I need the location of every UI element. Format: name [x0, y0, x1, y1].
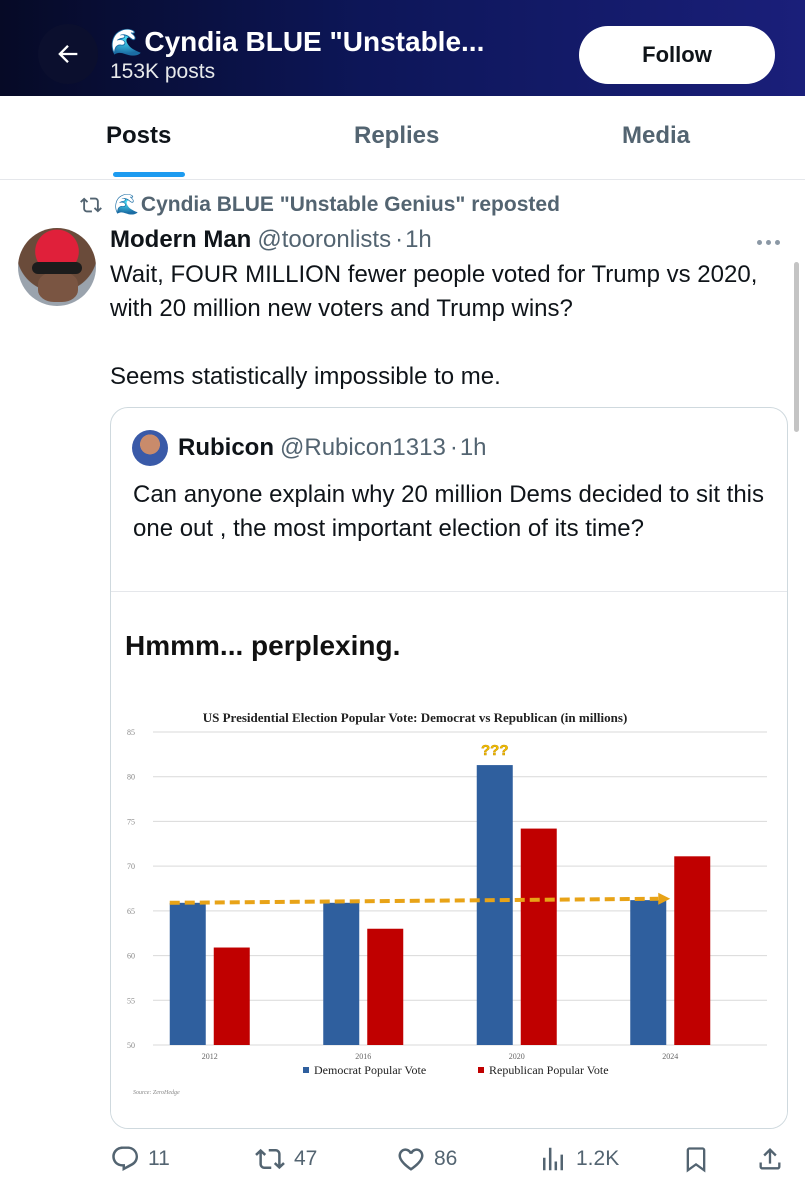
profile-header: 🌊Cyndia BLUE "Unstable... 153K posts Fol… [0, 0, 805, 96]
y-tick-label: 80 [127, 773, 135, 782]
tweet-text: Wait, FOUR MILLION fewer people voted fo… [110, 258, 780, 394]
share-button[interactable] [756, 1144, 784, 1174]
profile-name: 🌊Cyndia BLUE "Unstable... [110, 26, 485, 57]
y-tick-label: 85 [127, 728, 135, 737]
view-count: 1.2K [576, 1147, 620, 1170]
y-tick-label: 75 [127, 817, 135, 826]
quoted-text: Can anyone explain why 20 million Dems d… [133, 481, 764, 542]
x-tick-label: 2024 [662, 1052, 678, 1061]
image-caption: Hmmm... perplexing. [125, 630, 401, 661]
y-tick-label: 50 [127, 1041, 135, 1050]
reply-count: 11 [148, 1147, 170, 1170]
repost-icon [255, 1148, 285, 1170]
tweet-time[interactable]: 1h [405, 226, 432, 253]
reference-line [169, 896, 659, 905]
x-tick-label: 2012 [202, 1052, 218, 1061]
heart-icon [398, 1148, 424, 1171]
like-button[interactable]: 86 [396, 1144, 457, 1174]
post-count: 153K posts [110, 60, 216, 83]
republican-bar [367, 928, 404, 1045]
y-tick-label: 70 [127, 862, 135, 871]
tweet-actions: 11 47 86 1.2K [0, 1140, 805, 1180]
democrat-bar [476, 765, 513, 1045]
democrat-bar [169, 902, 206, 1045]
author-name[interactable]: Modern Man [110, 226, 251, 253]
share-icon [759, 1148, 781, 1170]
legend-swatch [303, 1067, 309, 1073]
repost-count: 47 [294, 1147, 318, 1170]
avatar[interactable] [18, 228, 96, 306]
democrat-bar [323, 902, 360, 1045]
author-handle[interactable]: @tooronlists [257, 226, 391, 253]
quoted-image[interactable]: Hmmm... perplexing. US Presidential Elec… [111, 591, 787, 1128]
more-options-icon[interactable] [757, 232, 787, 252]
quoted-time: 1h [459, 434, 487, 461]
bookmark-button[interactable] [682, 1144, 710, 1174]
analytics-icon [543, 1147, 563, 1171]
wave-emoji-icon: 🌊 [110, 27, 143, 57]
republican-bar [520, 828, 557, 1045]
legend-label: Republican Popular Vote [489, 1063, 609, 1077]
quoted-author[interactable]: Rubicon @Rubicon1313·1h [178, 434, 487, 462]
tweet-author[interactable]: Modern Man @tooronlists ·1h [110, 226, 432, 254]
quoted-avatar[interactable] [132, 430, 168, 466]
quoted-author-name[interactable]: Rubicon [178, 434, 274, 461]
reply-button[interactable]: 11 [110, 1144, 170, 1174]
tab-posts[interactable]: Posts [106, 122, 171, 150]
repost-button[interactable]: 47 [254, 1144, 317, 1174]
wave-emoji-icon: 🌊 [114, 194, 139, 216]
bookmark-icon [686, 1147, 706, 1173]
legend-label: Democrat Popular Vote [314, 1063, 426, 1077]
y-tick-label: 60 [127, 952, 135, 961]
tab-replies[interactable]: Replies [354, 122, 439, 150]
annotation: ??? [481, 742, 509, 759]
profile-tabs: Posts Replies Media [0, 96, 805, 180]
x-tick-label: 2016 [355, 1052, 371, 1061]
repost-indicator[interactable]: 🌊 Cyndia BLUE "Unstable Genius" reposted [80, 192, 560, 217]
democrat-bar [630, 900, 667, 1045]
repost-text: Cyndia BLUE "Unstable Genius" reposted [140, 192, 560, 216]
bar-chart: US Presidential Election Popular Vote: D… [127, 710, 767, 1096]
chart-source: Source: ZeroHedge [133, 1090, 180, 1096]
tweet-text-paragraph: Seems statistically impossible to me. [110, 363, 501, 390]
reply-icon [112, 1146, 138, 1171]
republican-bar [213, 947, 250, 1045]
x-tick-label: 2020 [509, 1052, 525, 1061]
views-button[interactable]: 1.2K [538, 1144, 619, 1174]
repost-icon [80, 197, 102, 212]
y-tick-label: 55 [127, 996, 135, 1005]
like-count: 86 [434, 1147, 458, 1170]
back-arrow-icon [58, 45, 78, 63]
scrollbar[interactable] [794, 262, 799, 432]
quoted-author-handle[interactable]: @Rubicon1313 [280, 434, 446, 461]
follow-button[interactable]: Follow [579, 26, 775, 84]
chart-title: US Presidential Election Popular Vote: D… [203, 710, 628, 725]
tweet-text-paragraph: Wait, FOUR MILLION fewer people voted fo… [110, 261, 758, 322]
back-button[interactable] [38, 24, 98, 84]
legend-swatch [478, 1067, 484, 1073]
y-tick-label: 65 [127, 907, 135, 916]
tab-media[interactable]: Media [622, 122, 690, 150]
quoted-tweet[interactable]: Rubicon @Rubicon1313·1h Can anyone explai… [110, 407, 788, 1129]
republican-bar [674, 856, 711, 1045]
active-tab-indicator [113, 172, 185, 177]
